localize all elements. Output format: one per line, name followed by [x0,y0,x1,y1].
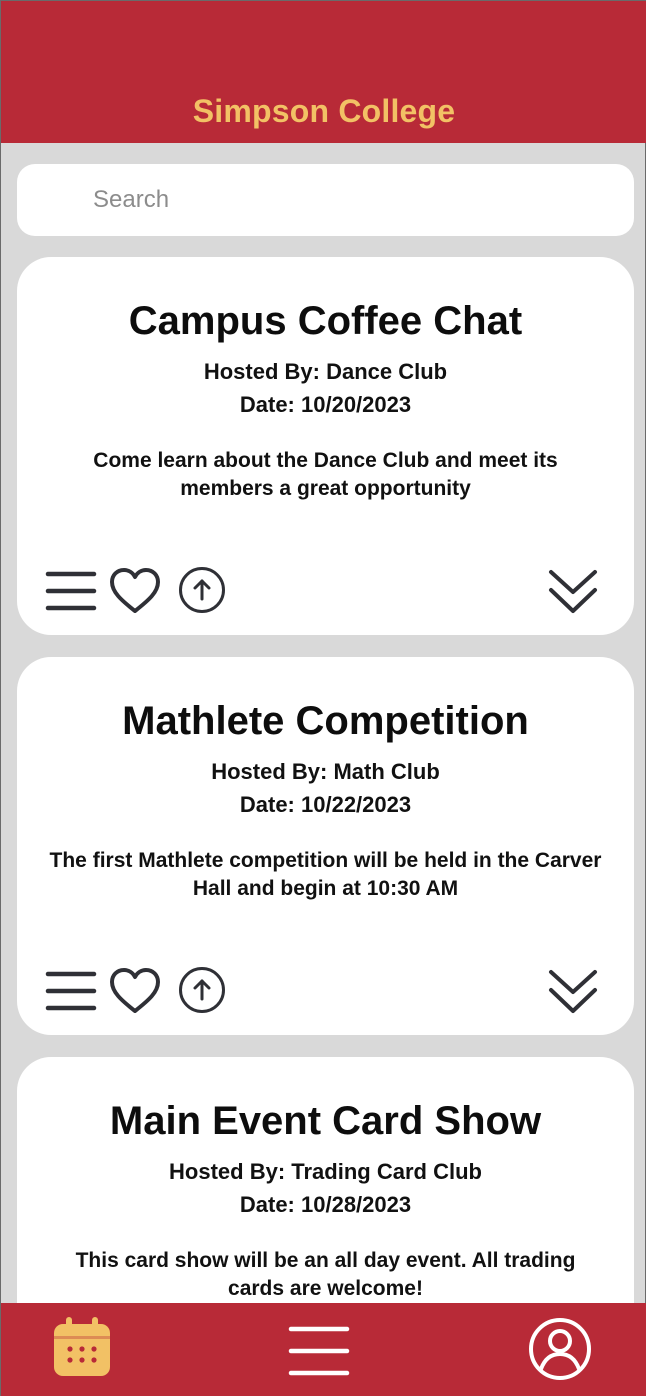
event-card[interactable]: Campus Coffee Chat Hosted By: Dance Club… [17,257,634,635]
bottom-nav [1,1303,646,1396]
event-host: Hosted By: Trading Card Club [169,1159,482,1184]
event-description: This card show will be an all day event.… [75,1249,576,1300]
event-description: Come learn about the Dance Club and meet… [93,449,558,500]
event-title: Main Event Card Show [109,1099,542,1143]
search-input[interactable] [93,164,593,236]
event-host: Hosted By: Math Club [211,759,440,784]
upload-icon[interactable] [178,566,226,614]
profile-icon[interactable] [528,1317,592,1381]
app-header: Simpson College [1,1,646,143]
menu-icon[interactable] [45,570,97,612]
event-card[interactable]: Mathlete Competition Hosted By: Math Clu… [17,657,634,1035]
event-title: Campus Coffee Chat [128,299,523,343]
event-date: Date: 10/28/2023 [239,1192,412,1217]
event-date: Date: 10/20/2023 [239,392,412,417]
event-title: Mathlete Competition [122,699,529,743]
heart-icon[interactable] [109,967,161,1015]
chevron-down-icon[interactable] [547,568,599,616]
event-host: Hosted By: Dance Club [203,359,448,384]
chevron-down-icon[interactable] [547,968,599,1016]
search-bar[interactable] [17,164,634,236]
upload-icon[interactable] [178,966,226,1014]
calendar-icon[interactable] [52,1316,112,1378]
menu-icon[interactable] [45,970,97,1012]
heart-icon[interactable] [109,567,161,615]
app-title: Simpson College [192,93,456,129]
event-date: Date: 10/22/2023 [239,792,412,817]
menu-icon[interactable] [288,1325,350,1377]
event-description: The first Mathlete competition will be h… [49,849,602,900]
